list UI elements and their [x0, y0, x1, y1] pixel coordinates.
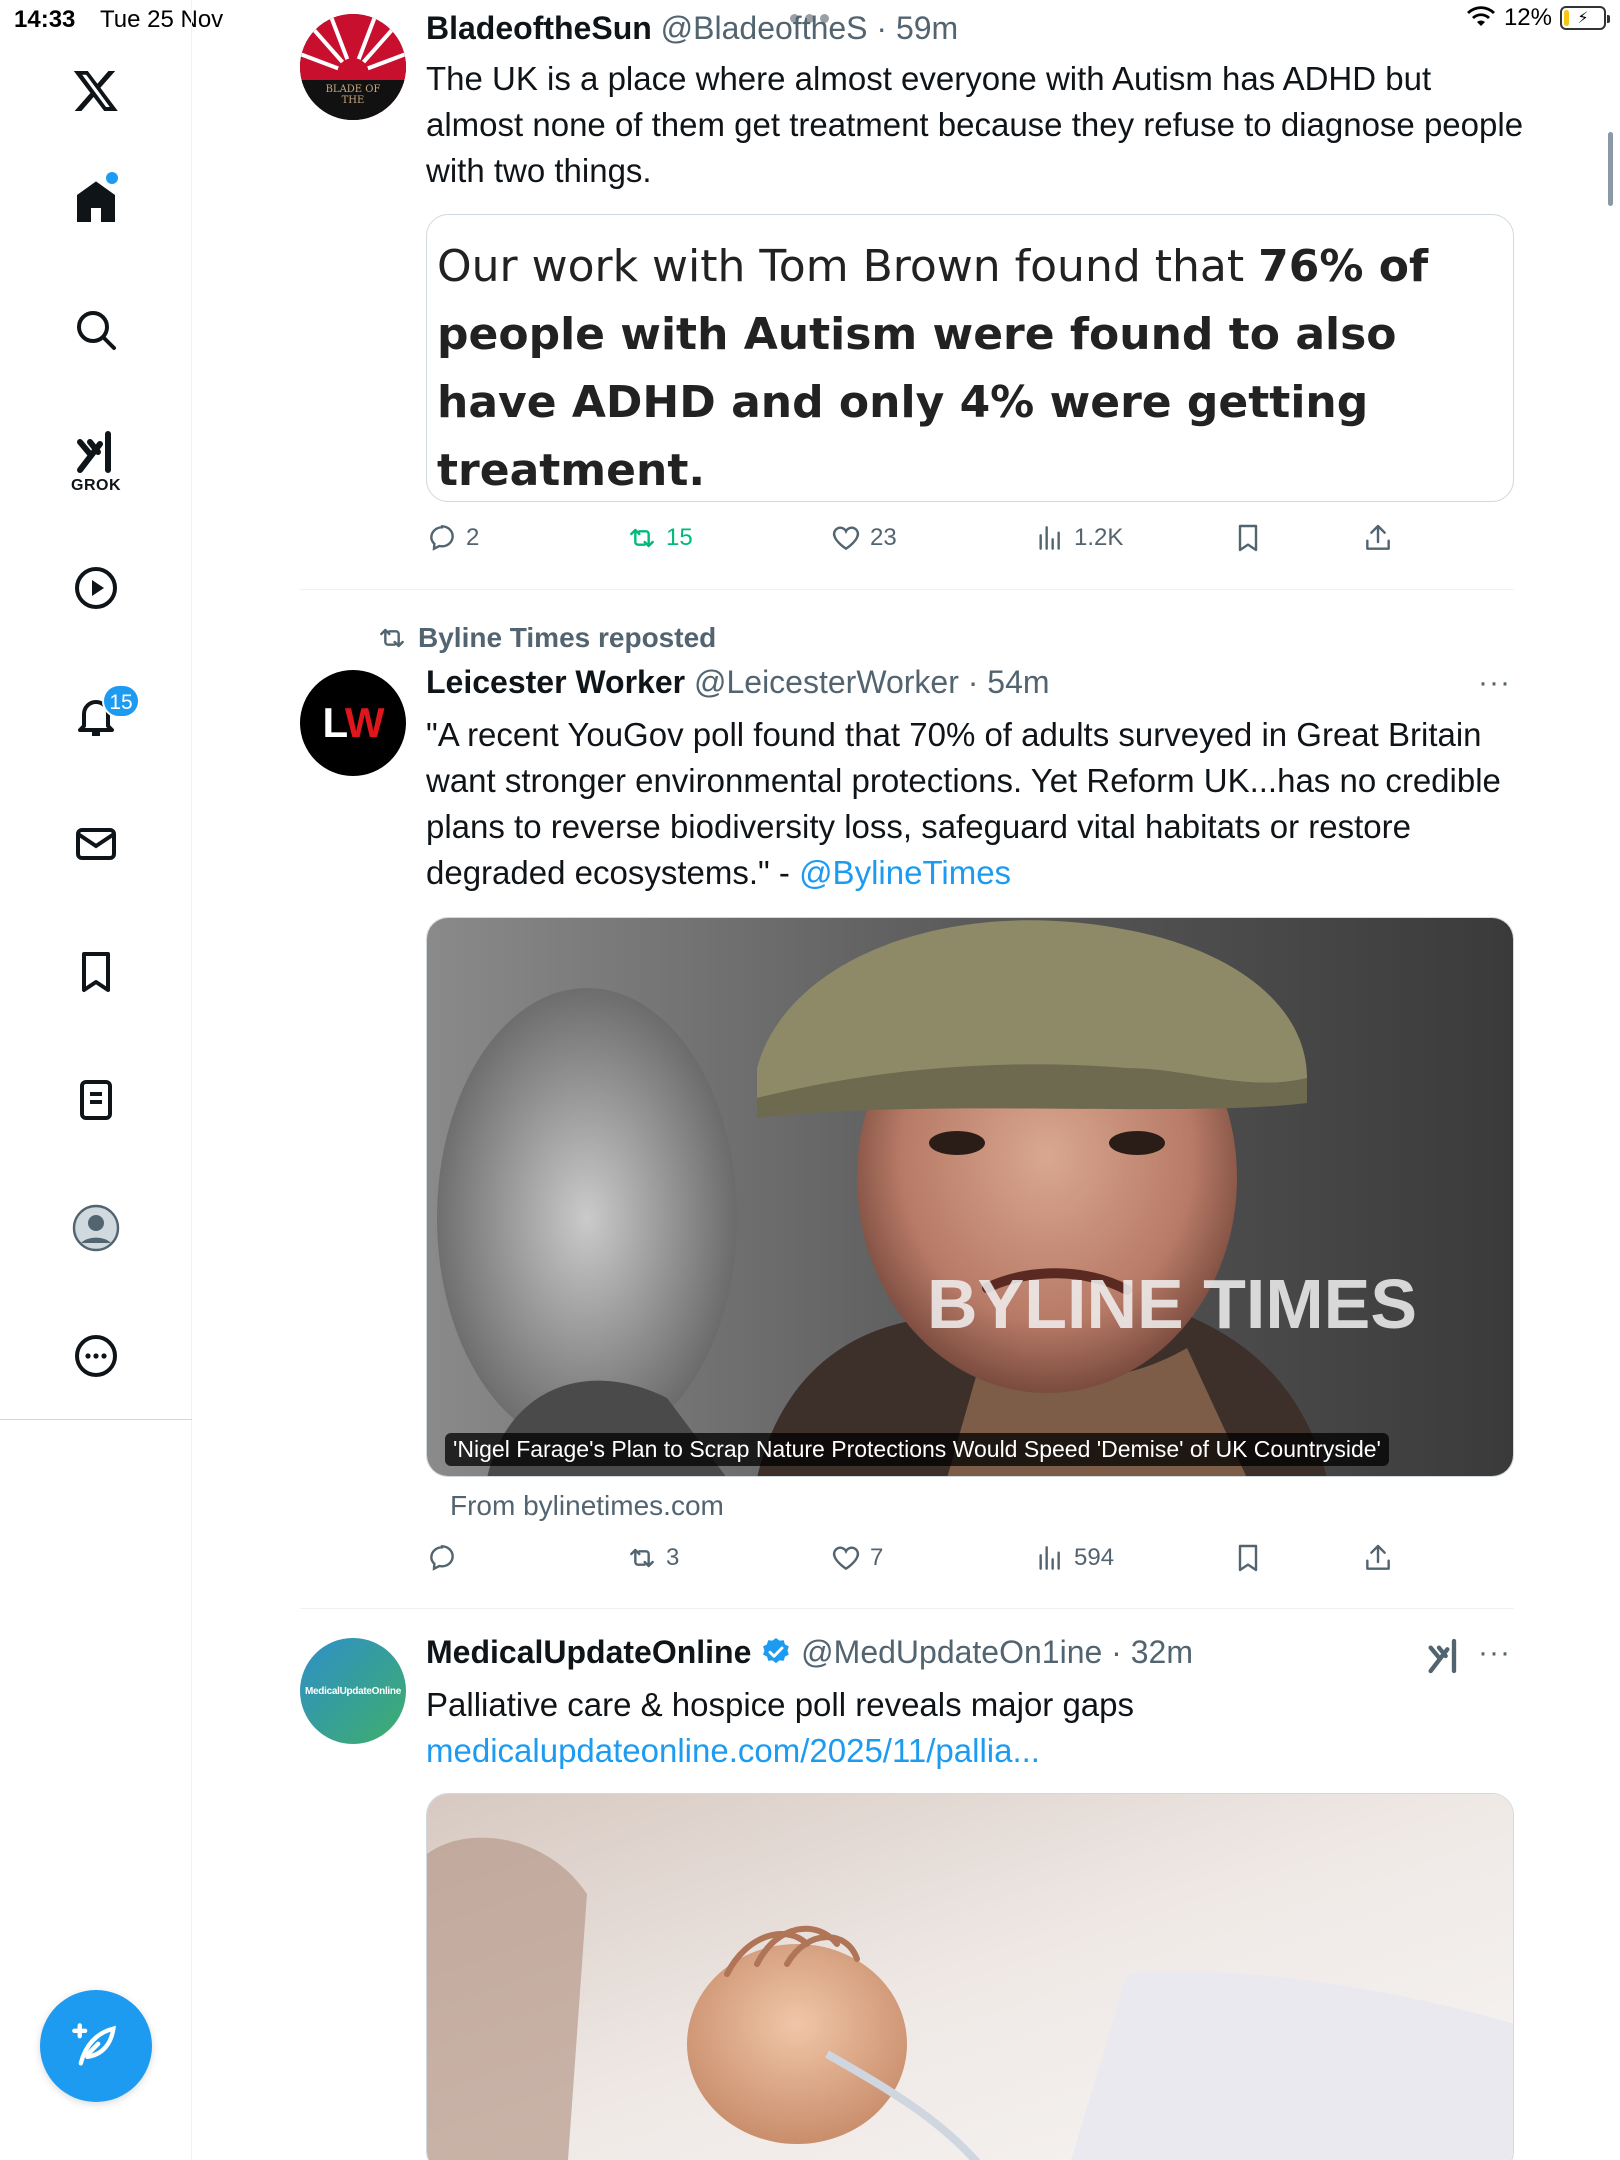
like-button[interactable]: 7 — [830, 1542, 883, 1574]
heart-icon — [832, 526, 860, 551]
link-source[interactable]: From bylinetimes.com — [450, 1490, 724, 1522]
view-count: 1.2K — [1074, 524, 1124, 551]
profile-avatar-icon[interactable] — [66, 1198, 126, 1258]
mention-link[interactable]: @BylineTimes — [799, 854, 1011, 891]
repost-count: 3 — [666, 1544, 680, 1571]
search-icon[interactable] — [66, 300, 126, 360]
farage-photo-image: BYLINE TIMES — [427, 918, 1513, 1476]
compose-post-button[interactable] — [40, 1990, 152, 2102]
author-name[interactable]: MedicalUpdateOnline — [426, 1634, 751, 1670]
grok-icon[interactable] — [66, 422, 126, 482]
external-link[interactable]: medicalupdateonline.com/2025/11/pallia..… — [426, 1728, 1526, 1774]
views-button[interactable]: 594 — [1034, 1542, 1114, 1574]
repost-button[interactable]: 15 — [626, 522, 693, 554]
tweet-text-body: Palliative care & hospice poll reveals m… — [426, 1686, 1135, 1723]
repost-button[interactable]: 3 — [626, 1542, 679, 1574]
post-time[interactable]: 54m — [987, 664, 1049, 700]
status-right: 12% ⚡ — [1466, 4, 1610, 32]
quote-text-plain: Our work with Tom Brown found that — [437, 241, 1259, 292]
avatar-text: BLADE OF THE — [325, 84, 381, 106]
repost-context[interactable]: Byline Times reposted — [376, 622, 716, 654]
feed-scrollbar[interactable] — [1608, 132, 1613, 206]
repost-count: 15 — [666, 524, 693, 551]
like-button[interactable]: 23 — [830, 522, 897, 554]
tweet-avatar[interactable]: LW — [300, 670, 406, 776]
avatar-text: MedicalUpdateOnline — [305, 1685, 401, 1697]
battery-icon: ⚡ — [1560, 6, 1610, 30]
reply-icon — [430, 525, 454, 551]
hospital-hands-photo-image — [427, 1794, 1513, 2160]
grok-explain-icon[interactable] — [1424, 1636, 1464, 1676]
share-icon — [1366, 1544, 1390, 1570]
verified-badge-icon — [763, 1638, 790, 1664]
grok-label: GROK — [71, 477, 121, 494]
more-options-icon[interactable] — [66, 1326, 126, 1386]
tweet-divider — [300, 589, 1514, 590]
author-handle[interactable]: @BladeoftheS — [661, 10, 868, 46]
battery-percent: 12% — [1503, 4, 1552, 31]
wifi-icon — [1466, 6, 1495, 26]
notifications-badge: 15 — [102, 684, 140, 718]
video-icon[interactable] — [66, 558, 126, 618]
tweet-actions: 2 15 23 1.2K — [426, 522, 1426, 562]
reply-count: 2 — [466, 524, 480, 551]
bookmark-icon — [1238, 524, 1258, 552]
like-count: 23 — [870, 524, 897, 551]
view-count: 594 — [1074, 1544, 1115, 1571]
link-card-title: 'Nigel Farage's Plan to Scrap Nature Pro… — [445, 1433, 1389, 1466]
tweet-text: The UK is a place where almost everyone … — [426, 60, 1524, 189]
post-time[interactable]: 59m — [896, 10, 958, 46]
tweet-divider — [300, 1608, 1514, 1609]
repost-icon — [630, 1548, 654, 1568]
x-logo-icon[interactable] — [66, 60, 126, 120]
messages-envelope-icon[interactable] — [66, 814, 126, 874]
repost-icon — [630, 528, 654, 548]
compose-feather-icon — [72, 2023, 116, 2066]
tweet-header: Leicester Worker @LeicesterWorker · 54m — [426, 664, 1050, 700]
tweet-avatar[interactable]: BLADE OF THE — [300, 14, 406, 120]
heart-icon — [832, 1546, 860, 1571]
views-bar-chart-icon — [1039, 1546, 1060, 1570]
reply-button[interactable]: 2 — [426, 522, 479, 554]
link-card-image[interactable]: BYLINE TIMES 'Nigel Farage's Plan to Scr… — [426, 917, 1514, 1477]
tweet-header: MedicalUpdateOnline @MedUpdateOn1ine · 3… — [426, 1634, 1193, 1670]
bookmark-button[interactable] — [1232, 522, 1264, 554]
home-unread-dot — [106, 172, 118, 184]
lists-icon[interactable] — [66, 1070, 126, 1130]
views-bar-chart-icon — [1039, 526, 1060, 550]
tweet-text: "A recent YouGov poll found that 70% of … — [426, 712, 1526, 896]
author-name[interactable]: BladeoftheSun — [426, 10, 652, 46]
reply-button[interactable] — [426, 1542, 466, 1574]
bookmarks-icon[interactable] — [66, 942, 126, 1002]
tweet-avatar[interactable]: MedicalUpdateOnline — [300, 1638, 406, 1744]
link-card-image[interactable] — [426, 1793, 1514, 2160]
more-options-button[interactable]: ··· — [1478, 666, 1511, 700]
author-handle[interactable]: @MedUpdateOn1ine — [801, 1634, 1102, 1670]
tweet-actions: 3 7 594 — [426, 1542, 1426, 1582]
views-button[interactable]: 1.2K — [1034, 522, 1123, 554]
tweet-text: Palliative care & hospice poll reveals m… — [426, 1682, 1526, 1774]
bookmark-button[interactable] — [1232, 1542, 1264, 1574]
share-button[interactable] — [1362, 1542, 1394, 1574]
watermark-text: BYLINE TIMES — [927, 1265, 1417, 1343]
battery-level — [1564, 10, 1569, 26]
quoted-text-image[interactable]: Our work with Tom Brown found that 76% o… — [426, 214, 1514, 502]
author-handle[interactable]: @LeicesterWorker — [694, 664, 959, 700]
repost-icon — [380, 628, 404, 648]
bookmark-icon — [1238, 1544, 1258, 1572]
post-time[interactable]: 32m — [1131, 1634, 1193, 1670]
charging-bolt-icon: ⚡ — [1577, 10, 1589, 27]
like-count: 7 — [870, 1544, 884, 1571]
sidebar: GROK 15 — [0, 0, 192, 2160]
tweet-header: BladeoftheSun @BladeoftheS · 59m — [426, 10, 959, 46]
sidebar-separator — [0, 1419, 192, 1420]
author-name[interactable]: Leicester Worker — [426, 664, 685, 700]
share-button[interactable] — [1362, 522, 1394, 554]
share-icon — [1366, 524, 1390, 550]
more-options-button[interactable]: ··· — [1478, 1636, 1511, 1670]
avatar-lw-text: LW — [322, 699, 385, 746]
reposted-by-text: Byline Times reposted — [418, 622, 717, 653]
reply-icon — [430, 1545, 454, 1571]
